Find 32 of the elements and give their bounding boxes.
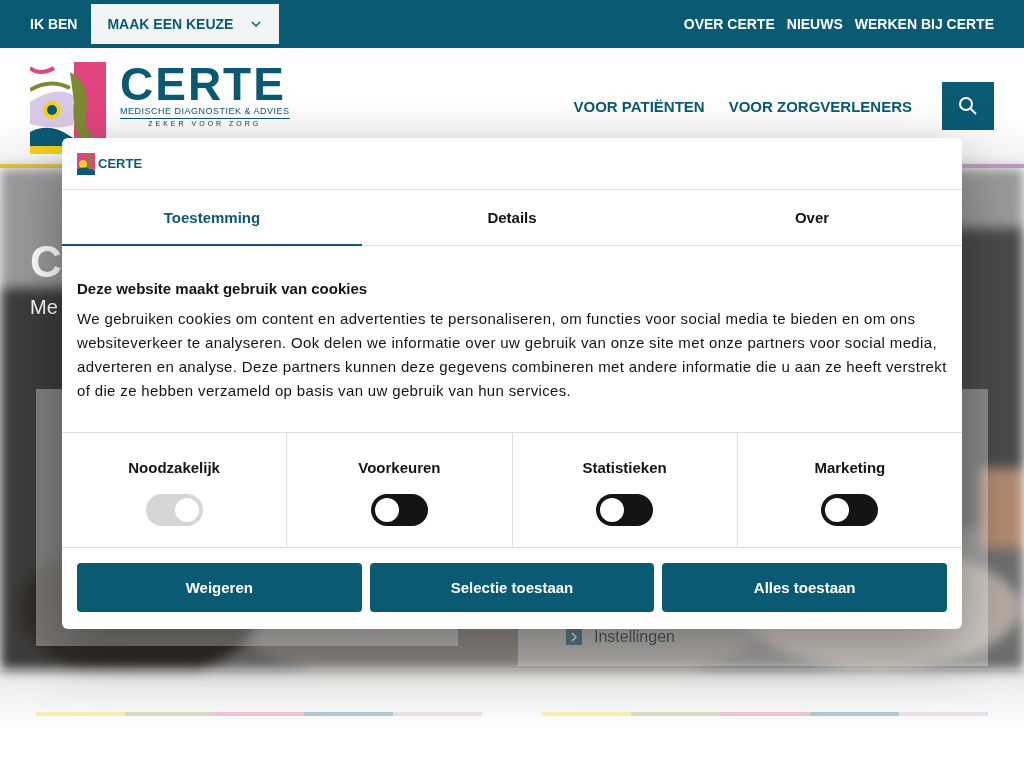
dialog-text: We gebruiken cookies om content en advertenties te personaliseren, om functies voor social media te bieden en om ons websiteverkeer te analyseren. Ook delen we informatie over uw gebruik van onze site met onze partners voor social media, adverteren en analyse. Deze partners kunnen deze gegevens combineren met andere informatie die u aan ze heeft verstrekt of die ze hebben verzameld op basis van uw gebruik van hun services.	[77, 309, 947, 401]
dialog-tab[interactable]: Toestemming	[62, 190, 362, 246]
category-label: Voorkeuren	[358, 459, 441, 476]
top-link[interactable]: NIEUWS	[786, 16, 843, 32]
nav-link[interactable]: VOOR PATIËNTEN	[573, 97, 705, 115]
search-button[interactable]	[942, 82, 994, 130]
hero-subtitle: Me	[30, 296, 58, 319]
toggle-switch[interactable]	[596, 494, 654, 526]
consent-button[interactable]: Alles toestaan	[662, 563, 947, 612]
top-link[interactable]: WERKEN BIJ CERTE	[854, 16, 994, 32]
consent-button[interactable]: Selectie toestaan	[369, 563, 655, 612]
dialog-tab[interactable]: Over	[662, 190, 962, 246]
logo-tagline: MEDISCHE DIAGNOSTIEK & ADVIES	[120, 106, 290, 119]
dialog-heading: Deze website maakt gebruik van cookies	[77, 280, 369, 297]
logo-icon	[77, 152, 95, 175]
consent-button[interactable]: Weigeren	[77, 563, 362, 612]
logo-wordmark: CERTE	[98, 156, 143, 171]
category-label: Statistieken	[582, 459, 667, 476]
category-label: Noodzakelijk	[128, 459, 220, 476]
search-icon	[958, 96, 978, 116]
toggle-switch[interactable]	[821, 494, 879, 526]
topbar-label: IK BEN	[30, 16, 78, 32]
category-label: Marketing	[814, 459, 886, 476]
chevron-right-icon	[566, 629, 582, 645]
hero-title: C	[30, 236, 62, 288]
nav-link[interactable]: VOOR ZORGVERLENERS	[728, 97, 912, 115]
chevron-down-icon	[251, 21, 262, 27]
dialog-tab[interactable]: Details	[362, 190, 662, 246]
top-link[interactable]: OVER CERTE	[683, 16, 775, 32]
logo-wordmark: CERTE	[120, 62, 286, 106]
toggle-switch[interactable]	[370, 494, 428, 526]
role-dropdown[interactable]: MAAK EEN KEUZE	[91, 4, 280, 44]
